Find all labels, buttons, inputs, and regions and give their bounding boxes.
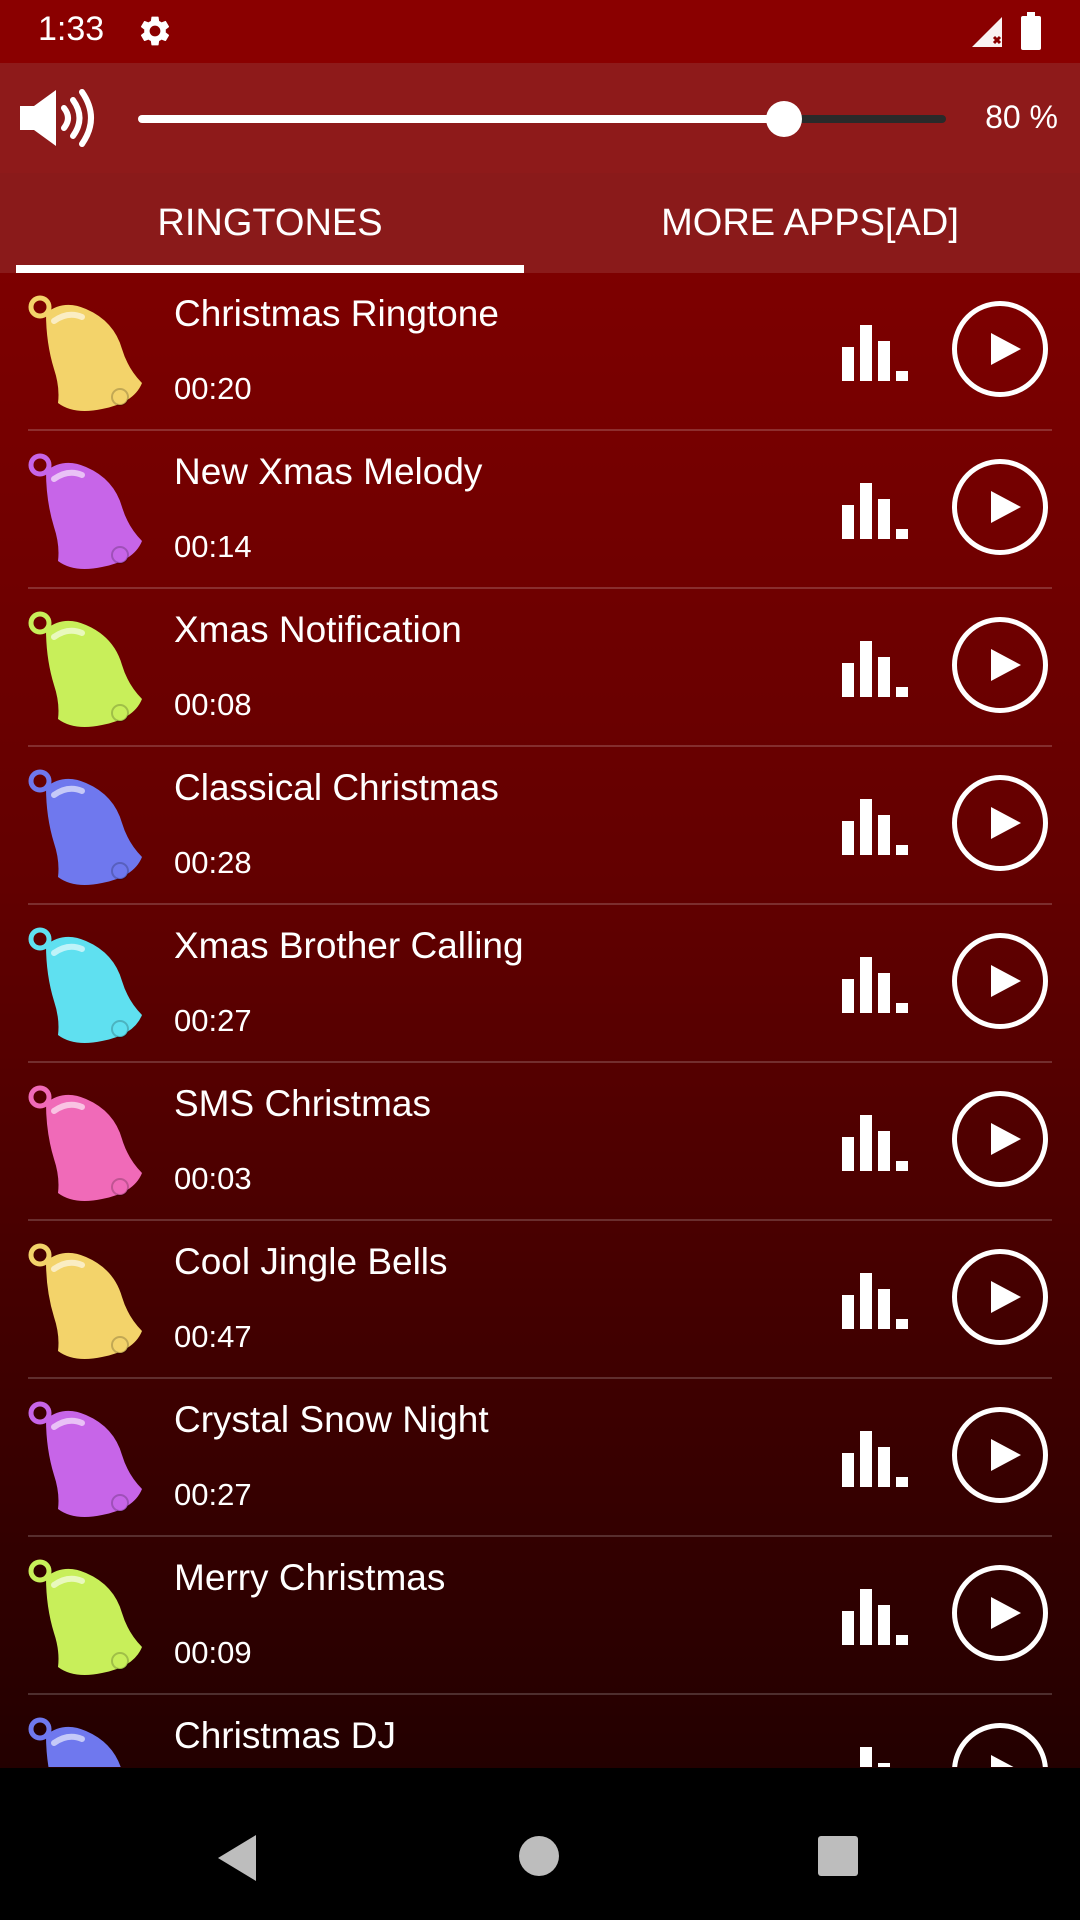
equalizer-icon[interactable] [842, 1273, 908, 1329]
equalizer-icon[interactable] [842, 1431, 908, 1487]
play-icon [991, 1123, 1021, 1155]
ringtone-title: Merry Christmas [174, 1557, 446, 1598]
play-icon [991, 333, 1021, 365]
tab-ringtones[interactable]: RINGTONES [0, 173, 540, 273]
play-button[interactable] [952, 459, 1048, 555]
ringtone-row[interactable]: Merry Christmas 00:09 [0, 1537, 1080, 1695]
ringtone-title: Xmas Notification [174, 609, 462, 650]
bell-icon [24, 1239, 150, 1365]
equalizer-icon[interactable] [842, 957, 908, 1013]
ringtone-duration: 00:27 [174, 1003, 252, 1038]
equalizer-icon[interactable] [842, 483, 908, 539]
volume-slider[interactable] [138, 101, 946, 137]
ringtone-row[interactable]: New Xmas Melody 00:14 [0, 431, 1080, 589]
play-button[interactable] [952, 1407, 1048, 1503]
bell-icon [24, 1397, 150, 1523]
play-icon [991, 1439, 1021, 1471]
ringtone-duration: 00:08 [174, 687, 252, 722]
play-icon [991, 491, 1021, 523]
status-time: 1:33 [38, 10, 105, 48]
ringtone-title: Christmas Ringtone [174, 293, 499, 334]
bell-icon [24, 607, 150, 733]
ringtone-duration: 00:14 [174, 529, 252, 564]
volume-percentage: 80 % [985, 99, 1058, 135]
play-button[interactable] [952, 1565, 1048, 1661]
equalizer-icon[interactable] [842, 799, 908, 855]
ringtone-row[interactable]: Christmas DJ [0, 1695, 1080, 1767]
equalizer-icon[interactable] [842, 1747, 908, 1767]
play-icon [991, 1597, 1021, 1629]
play-button[interactable] [952, 617, 1048, 713]
equalizer-icon[interactable] [842, 641, 908, 697]
ringtone-title: Cool Jingle Bells [174, 1241, 448, 1282]
play-button[interactable] [952, 775, 1048, 871]
equalizer-icon[interactable] [842, 325, 908, 381]
ringtone-title: Classical Christmas [174, 767, 499, 808]
bell-icon [24, 765, 150, 891]
ringtone-duration: 00:27 [174, 1477, 252, 1512]
speaker-icon[interactable] [18, 86, 96, 150]
back-icon[interactable] [214, 1833, 260, 1883]
ringtone-row[interactable]: Xmas Notification 00:08 [0, 589, 1080, 747]
ringtone-row[interactable]: Crystal Snow Night 00:27 [0, 1379, 1080, 1537]
tab-more-apps[interactable]: MORE APPS[AD] [540, 173, 1080, 273]
bell-icon [24, 291, 150, 417]
bell-icon [24, 449, 150, 575]
ringtone-list-viewport: Christmas Ringtone 00:20 New Xmas Melody 00… [0, 273, 1080, 1767]
play-button[interactable] [952, 1249, 1048, 1345]
slider-track-rest [784, 115, 946, 123]
home-icon[interactable] [519, 1836, 559, 1876]
slider-thumb[interactable] [766, 101, 802, 137]
ringtone-row[interactable]: SMS Christmas 00:03 [0, 1063, 1080, 1221]
ringtone-row[interactable]: Christmas Ringtone 00:20 [0, 273, 1080, 431]
equalizer-icon[interactable] [842, 1115, 908, 1171]
play-button[interactable] [952, 933, 1048, 1029]
ringtone-duration: 00:28 [174, 845, 252, 880]
play-icon [991, 965, 1021, 997]
tab-bar: RINGTONES MORE APPS[AD] [0, 173, 1080, 273]
ringtone-row[interactable]: Classical Christmas 00:28 [0, 747, 1080, 905]
volume-bar: 80 % [0, 63, 1080, 173]
play-button[interactable] [952, 1091, 1048, 1187]
ringtone-title: New Xmas Melody [174, 451, 483, 492]
bell-icon [24, 1713, 150, 1767]
gear-icon [137, 13, 173, 49]
ringtone-duration: 00:47 [174, 1319, 252, 1354]
slider-track-filled [138, 115, 784, 123]
play-icon [991, 649, 1021, 681]
bell-icon [24, 1081, 150, 1207]
ringtone-title: Crystal Snow Night [174, 1399, 489, 1440]
navigation-bar [0, 1795, 1080, 1920]
play-icon [991, 1755, 1014, 1767]
equalizer-icon[interactable] [842, 1589, 908, 1645]
ringtone-title: SMS Christmas [174, 1083, 431, 1124]
ringtone-duration: 00:09 [174, 1635, 252, 1670]
ringtone-list[interactable]: Christmas Ringtone 00:20 New Xmas Melody 00… [0, 273, 1080, 1768]
recents-icon[interactable] [818, 1836, 858, 1876]
ringtone-row[interactable]: Xmas Brother Calling 00:27 [0, 905, 1080, 1063]
ringtone-duration: 00:20 [174, 371, 252, 406]
status-bar: 1:33 [0, 0, 1080, 63]
play-button[interactable] [952, 301, 1048, 397]
play-icon [991, 807, 1021, 839]
ringtone-title: Christmas DJ [174, 1715, 397, 1756]
ringtone-duration: 00:03 [174, 1161, 252, 1196]
play-button[interactable] [952, 1723, 1048, 1767]
bell-icon [24, 923, 150, 1049]
play-icon [991, 1281, 1021, 1313]
tab-indicator [16, 265, 524, 273]
ringtone-row[interactable]: Cool Jingle Bells 00:47 [0, 1221, 1080, 1379]
signal-icon [970, 15, 1006, 49]
ringtone-title: Xmas Brother Calling [174, 925, 524, 966]
bell-icon [24, 1555, 150, 1681]
battery-icon [1021, 12, 1041, 50]
